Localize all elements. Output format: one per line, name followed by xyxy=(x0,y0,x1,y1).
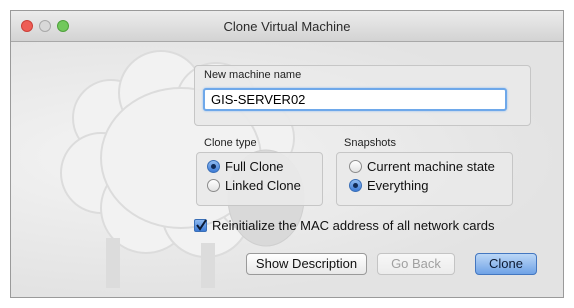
snapshots-label: Snapshots xyxy=(344,137,396,149)
radio-button[interactable] xyxy=(207,160,220,173)
dialog-content: New machine name GIS-SERVER02 Clone type… xyxy=(11,42,563,297)
radio-everything[interactable]: Everything xyxy=(349,178,428,193)
clone-button[interactable]: Clone xyxy=(475,253,537,275)
radio-label: Linked Clone xyxy=(225,178,301,193)
show-description-button[interactable]: Show Description xyxy=(246,253,367,275)
go-back-button[interactable]: Go Back xyxy=(377,253,455,275)
reinit-mac-checkbox[interactable] xyxy=(194,219,207,232)
reinit-mac-checkbox-row[interactable]: Reinitialize the MAC address of all netw… xyxy=(194,218,495,233)
clone-dialog-window: Clone Virtual Machine New machine name G… xyxy=(10,10,564,298)
radio-full-clone[interactable]: Full Clone xyxy=(207,159,284,174)
checkmark-icon xyxy=(196,219,207,231)
radio-current-state[interactable]: Current machine state xyxy=(349,159,495,174)
clone-type-label: Clone type xyxy=(204,137,257,149)
radio-linked-clone[interactable]: Linked Clone xyxy=(207,178,301,193)
window-title: Clone Virtual Machine xyxy=(223,19,351,34)
title-bar[interactable]: Clone Virtual Machine xyxy=(11,11,563,42)
radio-label: Full Clone xyxy=(225,159,284,174)
reinit-mac-label: Reinitialize the MAC address of all netw… xyxy=(212,218,495,233)
machine-name-input[interactable]: GIS-SERVER02 xyxy=(203,88,507,111)
radio-button[interactable] xyxy=(349,160,362,173)
machine-name-label: New machine name xyxy=(204,69,302,81)
radio-label: Current machine state xyxy=(367,159,495,174)
radio-label: Everything xyxy=(367,178,429,193)
radio-button[interactable] xyxy=(349,179,362,192)
radio-button[interactable] xyxy=(207,179,220,192)
